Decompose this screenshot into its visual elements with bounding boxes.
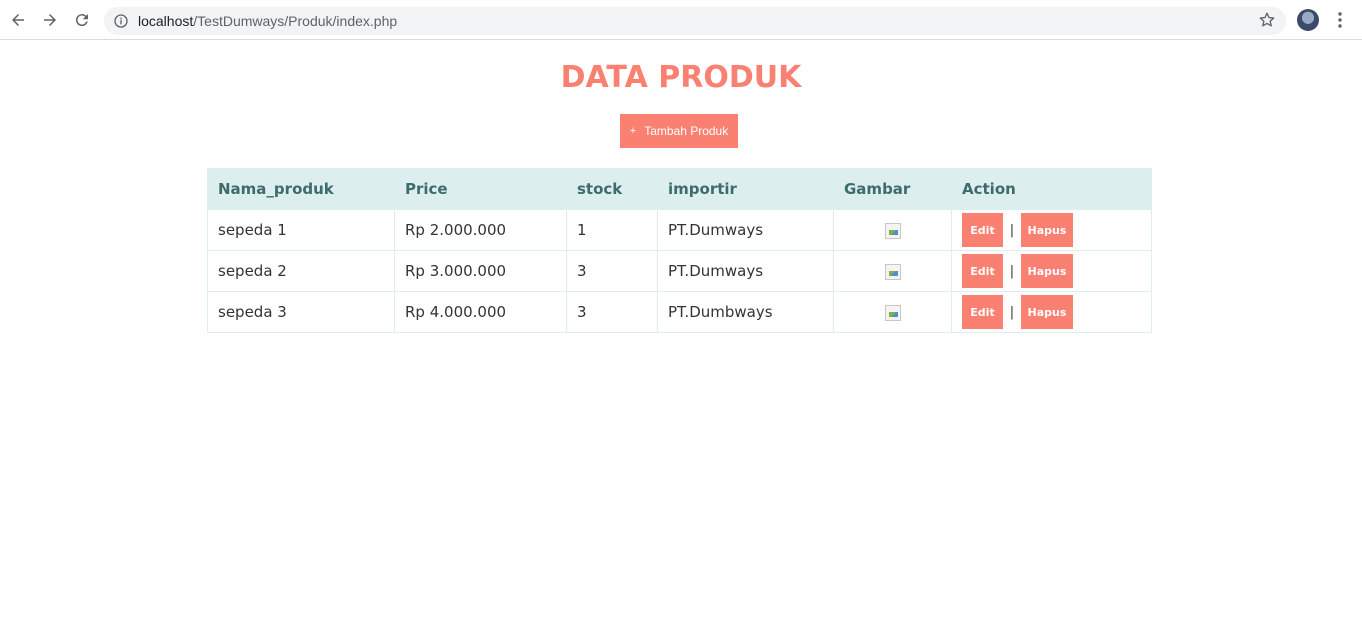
url-host: localhost — [138, 13, 194, 29]
hapus-button[interactable]: Hapus — [1021, 295, 1073, 329]
cell-action: Edit | Hapus — [951, 250, 1152, 292]
cell-gambar — [833, 250, 952, 292]
cell-price: Rp 4.000.000 — [394, 291, 567, 333]
profile-avatar[interactable] — [1297, 9, 1319, 31]
action-separator: | — [1009, 263, 1015, 279]
url-path: /TestDumways/Produk/index.php — [193, 13, 398, 29]
table-row: sepeda 3 Rp 4.000.000 3 PT.Dumbways Edit… — [207, 291, 1152, 333]
cell-gambar — [833, 209, 952, 251]
hapus-button[interactable]: Hapus — [1021, 213, 1073, 247]
header-stock: stock — [566, 168, 658, 210]
cell-nama: sepeda 1 — [207, 209, 395, 251]
broken-image-icon — [884, 263, 901, 280]
tambah-produk-button[interactable]: + Tambah Produk — [620, 114, 738, 148]
cell-importir: PT.Dumways — [657, 250, 834, 292]
cell-gambar — [833, 291, 952, 333]
edit-button[interactable]: Edit — [962, 254, 1003, 288]
forward-arrow-icon — [44, 14, 56, 26]
header-price: Price — [394, 168, 567, 210]
more-vert-icon[interactable] — [1334, 11, 1346, 29]
hapus-button[interactable]: Hapus — [1021, 254, 1073, 288]
action-separator: | — [1009, 222, 1015, 238]
table-header-row: Nama_produk Price stock importir Gambar … — [207, 168, 1152, 210]
cell-action: Edit | Hapus — [951, 209, 1152, 251]
broken-image-icon — [884, 304, 901, 321]
header-nama-produk: Nama_produk — [207, 168, 395, 210]
cell-importir: PT.Dumbways — [657, 291, 834, 333]
url-text[interactable]: localhost/TestDumways/Produk/index.php — [138, 13, 397, 29]
cell-stock: 3 — [566, 250, 658, 292]
cell-nama: sepeda 2 — [207, 250, 395, 292]
back-arrow-icon — [12, 14, 24, 26]
header-gambar: Gambar — [833, 168, 952, 210]
cell-nama: sepeda 3 — [207, 291, 395, 333]
address-bar[interactable]: localhost/TestDumways/Produk/index.php — [104, 7, 1286, 35]
edit-button[interactable]: Edit — [962, 213, 1003, 247]
cell-importir: PT.Dumways — [657, 209, 834, 251]
edit-button[interactable]: Edit — [962, 295, 1003, 329]
table-row: sepeda 2 Rp 3.000.000 3 PT.Dumways Edit … — [207, 250, 1152, 292]
star-icon[interactable] — [1258, 11, 1276, 29]
produk-table: Nama_produk Price stock importir Gambar … — [207, 168, 1152, 333]
header-action: Action — [951, 168, 1152, 210]
table-row: sepeda 1 Rp 2.000.000 1 PT.Dumways Edit … — [207, 209, 1152, 251]
info-icon[interactable] — [113, 13, 129, 29]
cell-action: Edit | Hapus — [951, 291, 1152, 333]
tambah-produk-label: Tambah Produk — [644, 124, 729, 138]
broken-image-icon — [884, 222, 901, 239]
page-title: DATA PRODUK — [560, 60, 802, 95]
back-button[interactable] — [7, 9, 29, 31]
header-importir: importir — [657, 168, 834, 210]
cell-price: Rp 3.000.000 — [394, 250, 567, 292]
forward-button[interactable] — [39, 9, 61, 31]
reload-icon — [75, 14, 88, 27]
plus-icon: + — [629, 125, 637, 137]
reload-button[interactable] — [71, 9, 93, 31]
cell-stock: 3 — [566, 291, 658, 333]
action-separator: | — [1009, 304, 1015, 320]
cell-stock: 1 — [566, 209, 658, 251]
browser-toolbar: localhost/TestDumways/Produk/index.php — [0, 0, 1362, 40]
cell-price: Rp 2.000.000 — [394, 209, 567, 251]
